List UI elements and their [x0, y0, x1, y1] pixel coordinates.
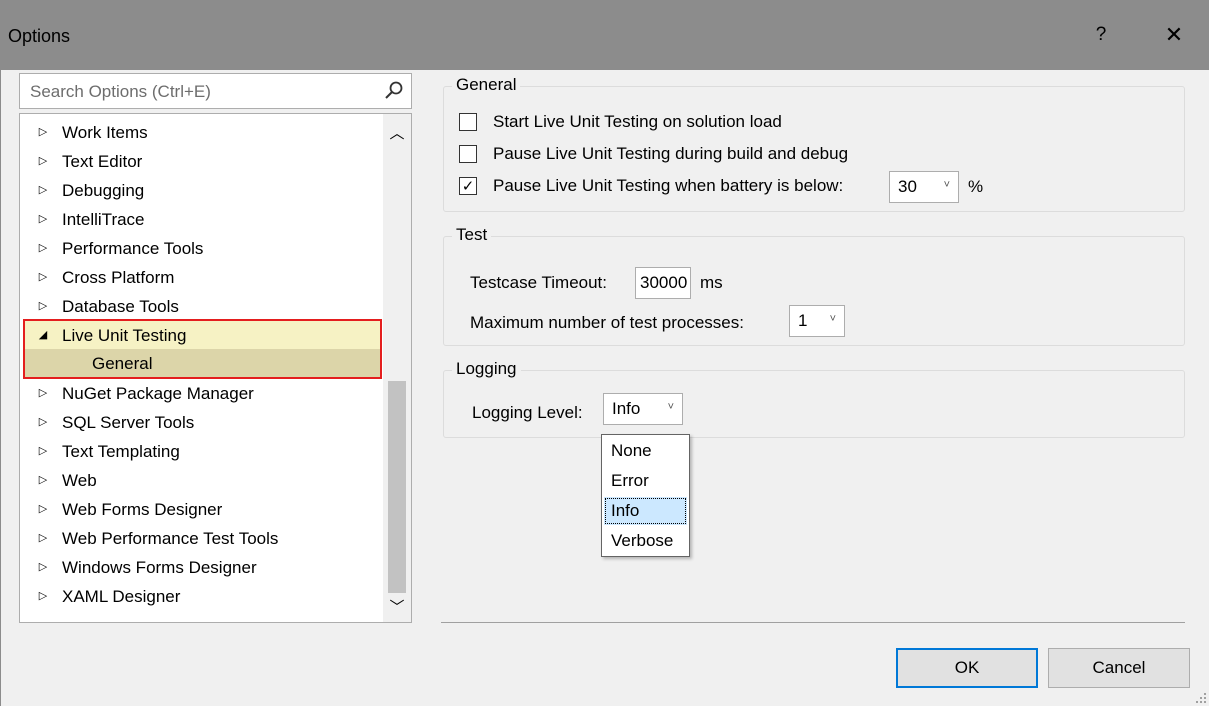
timeout-unit: ms [700, 273, 723, 292]
tree-item-label: SQL Server Tools [62, 413, 195, 432]
highlight-box [23, 319, 382, 379]
tree-item-debugging[interactable]: ▷ Debugging [20, 176, 390, 205]
footer-separator [441, 622, 1185, 623]
tree-item-label: Web [62, 471, 97, 490]
chevron-down-icon: ˅ [943, 179, 950, 191]
tree-item-cross-platform[interactable]: ▷ Cross Platform [20, 263, 390, 292]
tree-item-intellitrace[interactable]: ▷ IntelliTrace [20, 205, 390, 234]
dialog-border [0, 70, 1, 706]
tree-item-xaml-designer[interactable]: ▷ XAML Designer [20, 582, 390, 611]
select-value: 30 [898, 177, 917, 196]
tree-item-label: Text Editor [62, 152, 143, 171]
input-value: 30000 [640, 273, 688, 292]
dialog-title: Options [8, 26, 71, 46]
chevron-down-icon: ˅ [667, 401, 674, 413]
battery-threshold-select[interactable]: 30 ˅ [889, 171, 959, 203]
help-button[interactable]: ? [1086, 20, 1116, 50]
search-box [19, 73, 412, 110]
pause-build-checkbox[interactable] [459, 145, 477, 163]
expand-arrow-icon[interactable]: ▷ [36, 466, 50, 495]
options-tree: ▷ Work Items ▷ Text Editor ▷ Debugging ▷… [19, 113, 412, 623]
checkbox-label: Pause Live Unit Testing during build and… [493, 144, 849, 163]
max-processes-label: Maximum number of test processes: [470, 313, 744, 332]
tree-item-windows-forms-designer[interactable]: ▷ Windows Forms Designer [20, 553, 390, 582]
tree-item-label: Text Templating [62, 442, 180, 461]
tree-item-text-templating[interactable]: ▷ Text Templating [20, 437, 390, 466]
tree-item-label: Cross Platform [62, 268, 175, 287]
tree-item-nuget-package-manager[interactable]: ▷ NuGet Package Manager [20, 379, 390, 408]
dropdown-option-verbose[interactable]: Verbose [604, 527, 687, 555]
search-input[interactable] [20, 74, 382, 110]
search-icon[interactable] [383, 80, 405, 102]
tree-item-label: Work Items [62, 123, 148, 142]
timeout-label: Testcase Timeout: [470, 273, 608, 292]
tree-item-web-performance-test-tools[interactable]: ▷ Web Performance Test Tools [20, 524, 390, 553]
tree-item-work-items[interactable]: ▷ Work Items [20, 118, 390, 147]
checkbox-label: Pause Live Unit Testing when battery is … [493, 176, 844, 195]
tree-item-label: NuGet Package Manager [62, 384, 254, 403]
tree-item-text-editor[interactable]: ▷ Text Editor [20, 147, 390, 176]
expand-arrow-icon[interactable]: ▷ [36, 118, 50, 147]
dropdown-option-error[interactable]: Error [604, 467, 687, 495]
tree-item-web-forms-designer[interactable]: ▷ Web Forms Designer [20, 495, 390, 524]
expand-arrow-icon[interactable]: ▷ [36, 205, 50, 234]
tree-scrollbar[interactable]: ︿ ﹀ [383, 114, 411, 622]
test-group: Test Testcase Timeout: 30000 ms Maximum … [443, 225, 1185, 346]
general-group: General Start Live Unit Testing on solut… [443, 75, 1185, 212]
select-value: 1 [798, 311, 808, 330]
logging-level-dropdown: None Error Info Verbose [601, 434, 690, 557]
expand-arrow-icon[interactable]: ▷ [36, 524, 50, 553]
tree-item-database-tools[interactable]: ▷ Database Tools [20, 292, 390, 321]
tree-item-label: Performance Tools [62, 239, 204, 258]
group-legend: Test [452, 225, 492, 245]
ok-button[interactable]: OK [896, 648, 1038, 688]
dropdown-option-info[interactable]: Info [604, 497, 687, 525]
group-legend: General [452, 75, 521, 95]
max-processes-select[interactable]: 1 ˅ [789, 305, 845, 337]
pause-battery-checkbox[interactable]: ✓ [459, 177, 477, 195]
tree-item-label: Windows Forms Designer [62, 558, 257, 577]
tree-item-label: Debugging [62, 181, 145, 200]
title-bar: Options ? ✕ [0, 0, 1209, 70]
close-button[interactable]: ✕ [1158, 20, 1190, 50]
tree-item-label: Web Forms Designer [62, 500, 223, 519]
dropdown-option-none[interactable]: None [604, 437, 687, 465]
expand-arrow-icon[interactable]: ▷ [36, 263, 50, 292]
logging-level-label: Logging Level: [472, 403, 583, 422]
battery-unit: % [968, 177, 984, 196]
start-on-load-checkbox[interactable] [459, 113, 477, 131]
resize-grip-icon[interactable] [1195, 692, 1207, 704]
expand-arrow-icon[interactable]: ▷ [36, 408, 50, 437]
scroll-up-icon[interactable]: ︿ [383, 122, 411, 142]
cancel-button[interactable]: Cancel [1048, 648, 1190, 688]
logging-level-select[interactable]: Info ˅ [603, 393, 683, 425]
scroll-down-icon[interactable]: ﹀ [383, 596, 411, 616]
scroll-thumb[interactable] [388, 381, 406, 593]
expand-arrow-icon[interactable]: ▷ [36, 147, 50, 176]
tree-item-sql-server-tools[interactable]: ▷ SQL Server Tools [20, 408, 390, 437]
tree-item-label: Web Performance Test Tools [62, 529, 279, 548]
expand-arrow-icon[interactable]: ▷ [36, 437, 50, 466]
expand-arrow-icon[interactable]: ▷ [36, 292, 50, 321]
chevron-down-icon: ˅ [829, 313, 836, 325]
expand-arrow-icon[interactable]: ▷ [36, 582, 50, 611]
select-value: Info [612, 399, 641, 418]
expand-arrow-icon[interactable]: ▷ [36, 379, 50, 408]
checkbox-label: Start Live Unit Testing on solution load [493, 112, 782, 131]
group-legend: Logging [452, 359, 521, 379]
timeout-input[interactable]: 30000 [635, 267, 691, 299]
expand-arrow-icon[interactable]: ▷ [36, 176, 50, 205]
tree-item-label: XAML Designer [62, 587, 181, 606]
tree-item-label: IntelliTrace [62, 210, 145, 229]
expand-arrow-icon[interactable]: ▷ [36, 553, 50, 582]
tree-item-label: Database Tools [62, 297, 179, 316]
expand-arrow-icon[interactable]: ▷ [36, 495, 50, 524]
tree-item-performance-tools[interactable]: ▷ Performance Tools [20, 234, 390, 263]
expand-arrow-icon[interactable]: ▷ [36, 234, 50, 263]
logging-group: Logging Logging Level: Info ˅ [443, 359, 1185, 438]
tree-item-web[interactable]: ▷ Web [20, 466, 390, 495]
